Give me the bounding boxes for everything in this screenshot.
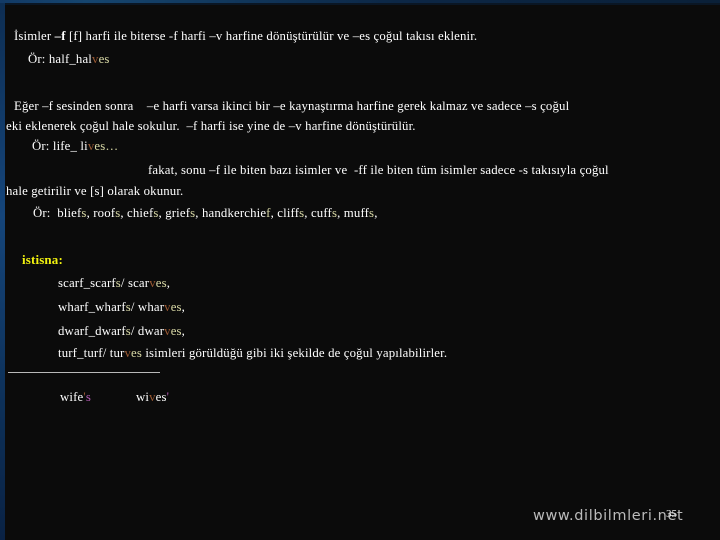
example-2-highlight-es: es… bbox=[94, 139, 119, 153]
page-number: 35 bbox=[666, 508, 677, 520]
example-3-word-stem: blief bbox=[57, 206, 82, 220]
example-1-highlight-es: es bbox=[98, 52, 110, 66]
exception-2-slash: / whar bbox=[130, 300, 165, 314]
exception-4-base: turf_turf bbox=[58, 346, 103, 360]
example-3-word-stem: muff bbox=[343, 206, 370, 220]
site-watermark: www.dilbilmleri.net bbox=[533, 508, 684, 524]
example-3-separator: , bbox=[304, 206, 311, 220]
slide-canvas: İsimler –f [f] harfi ile biterse -f harf… bbox=[0, 0, 720, 540]
example-1-text: Ör: half_halves bbox=[28, 52, 110, 67]
possessive-1-stem: wife bbox=[60, 390, 84, 404]
rule-1-part-c: [f] harfi ile biterse -f harfi –v harfin… bbox=[65, 29, 478, 43]
exception-row-4: turf_turf/ turves isimleri görüldüğü gib… bbox=[58, 346, 447, 361]
exception-1-base: scarf_scarf bbox=[58, 276, 116, 290]
possessive-example-2: wives' bbox=[136, 390, 169, 405]
exception-3-slash: / dwar bbox=[130, 324, 165, 338]
exception-row-1: scarf_scarfs/ scarves, bbox=[58, 276, 170, 291]
example-3-separator: , bbox=[337, 206, 344, 220]
rule-2-line-2: eki eklenerek çoğul hale sokulur. –f har… bbox=[6, 119, 416, 133]
example-3-text: Ör: bliefs, roofs, chiefs, griefs, handk… bbox=[33, 206, 378, 221]
rule-3-line-1: fakat, sonu –f ile biten bazı isimler ve… bbox=[148, 163, 609, 177]
possessive-2-apostrophe: ' bbox=[166, 390, 170, 404]
rule-3-line-2: hale getirilir ve [s] olarak okunur. bbox=[6, 184, 184, 198]
exception-3-highlight-es: es bbox=[170, 324, 182, 338]
example-3-separator: , bbox=[195, 206, 202, 220]
example-3-separator: , bbox=[374, 206, 378, 220]
example-1-label: Ör: half_hal bbox=[28, 52, 92, 66]
exception-1-highlight-es: es bbox=[155, 276, 167, 290]
example-3-word-stem: handkerchie bbox=[201, 206, 267, 220]
example-2-text: Ör: life_ lives… bbox=[32, 139, 118, 154]
exception-2-highlight-es: es bbox=[170, 300, 182, 314]
example-3-word-list: bliefs, roofs, chiefs, griefs, handkerch… bbox=[57, 206, 377, 220]
example-3-word-stem: cuff bbox=[310, 206, 332, 220]
possessive-1-s: s bbox=[85, 390, 91, 404]
possessive-2-stem-a: wi bbox=[136, 390, 150, 404]
rule-1-part-a: İsimler bbox=[14, 29, 55, 43]
exception-4-slash: / tur bbox=[102, 346, 125, 360]
exception-2-comma: , bbox=[181, 300, 186, 314]
example-3-word-stem: grief bbox=[165, 206, 191, 220]
istisna-heading: istisna: bbox=[22, 252, 63, 267]
exception-1-slash: / scar bbox=[120, 276, 150, 290]
rule-1-text: İsimler –f [f] harfi ile biterse -f harf… bbox=[14, 29, 477, 44]
slide-content: İsimler –f [f] harfi ile biterse -f harf… bbox=[0, 0, 720, 540]
example-2-label: Ör: life_ li bbox=[32, 139, 88, 153]
exception-3-base: dwarf_dwarf bbox=[58, 324, 126, 338]
exception-note: isimleri görüldüğü gibi iki şekilde de ç… bbox=[141, 346, 448, 360]
exception-2-base: wharf_wharf bbox=[58, 300, 126, 314]
possessive-2-stem-b: es bbox=[155, 390, 167, 404]
exception-4-highlight-es: es bbox=[131, 346, 142, 360]
exception-row-3: dwarf_dwarfs/ dwarves, bbox=[58, 324, 185, 339]
example-3-word-stem: chief bbox=[127, 206, 154, 220]
possessive-example-1: wife's bbox=[60, 390, 91, 405]
exception-1-comma: , bbox=[166, 276, 171, 290]
horizontal-separator bbox=[8, 372, 160, 373]
rule-2-line-1: Eğer –f sesinden sonra –e harfi varsa ik… bbox=[14, 99, 570, 113]
exception-row-2: wharf_wharfs/ wharves, bbox=[58, 300, 185, 315]
example-3-word-stem: cliff bbox=[277, 206, 300, 220]
rule-1-emphasis-f: –f bbox=[54, 29, 66, 43]
example-3-word-stem: roof bbox=[93, 206, 116, 220]
example-3-prefix: Ör: bbox=[33, 206, 58, 220]
exception-3-comma: , bbox=[181, 324, 186, 338]
